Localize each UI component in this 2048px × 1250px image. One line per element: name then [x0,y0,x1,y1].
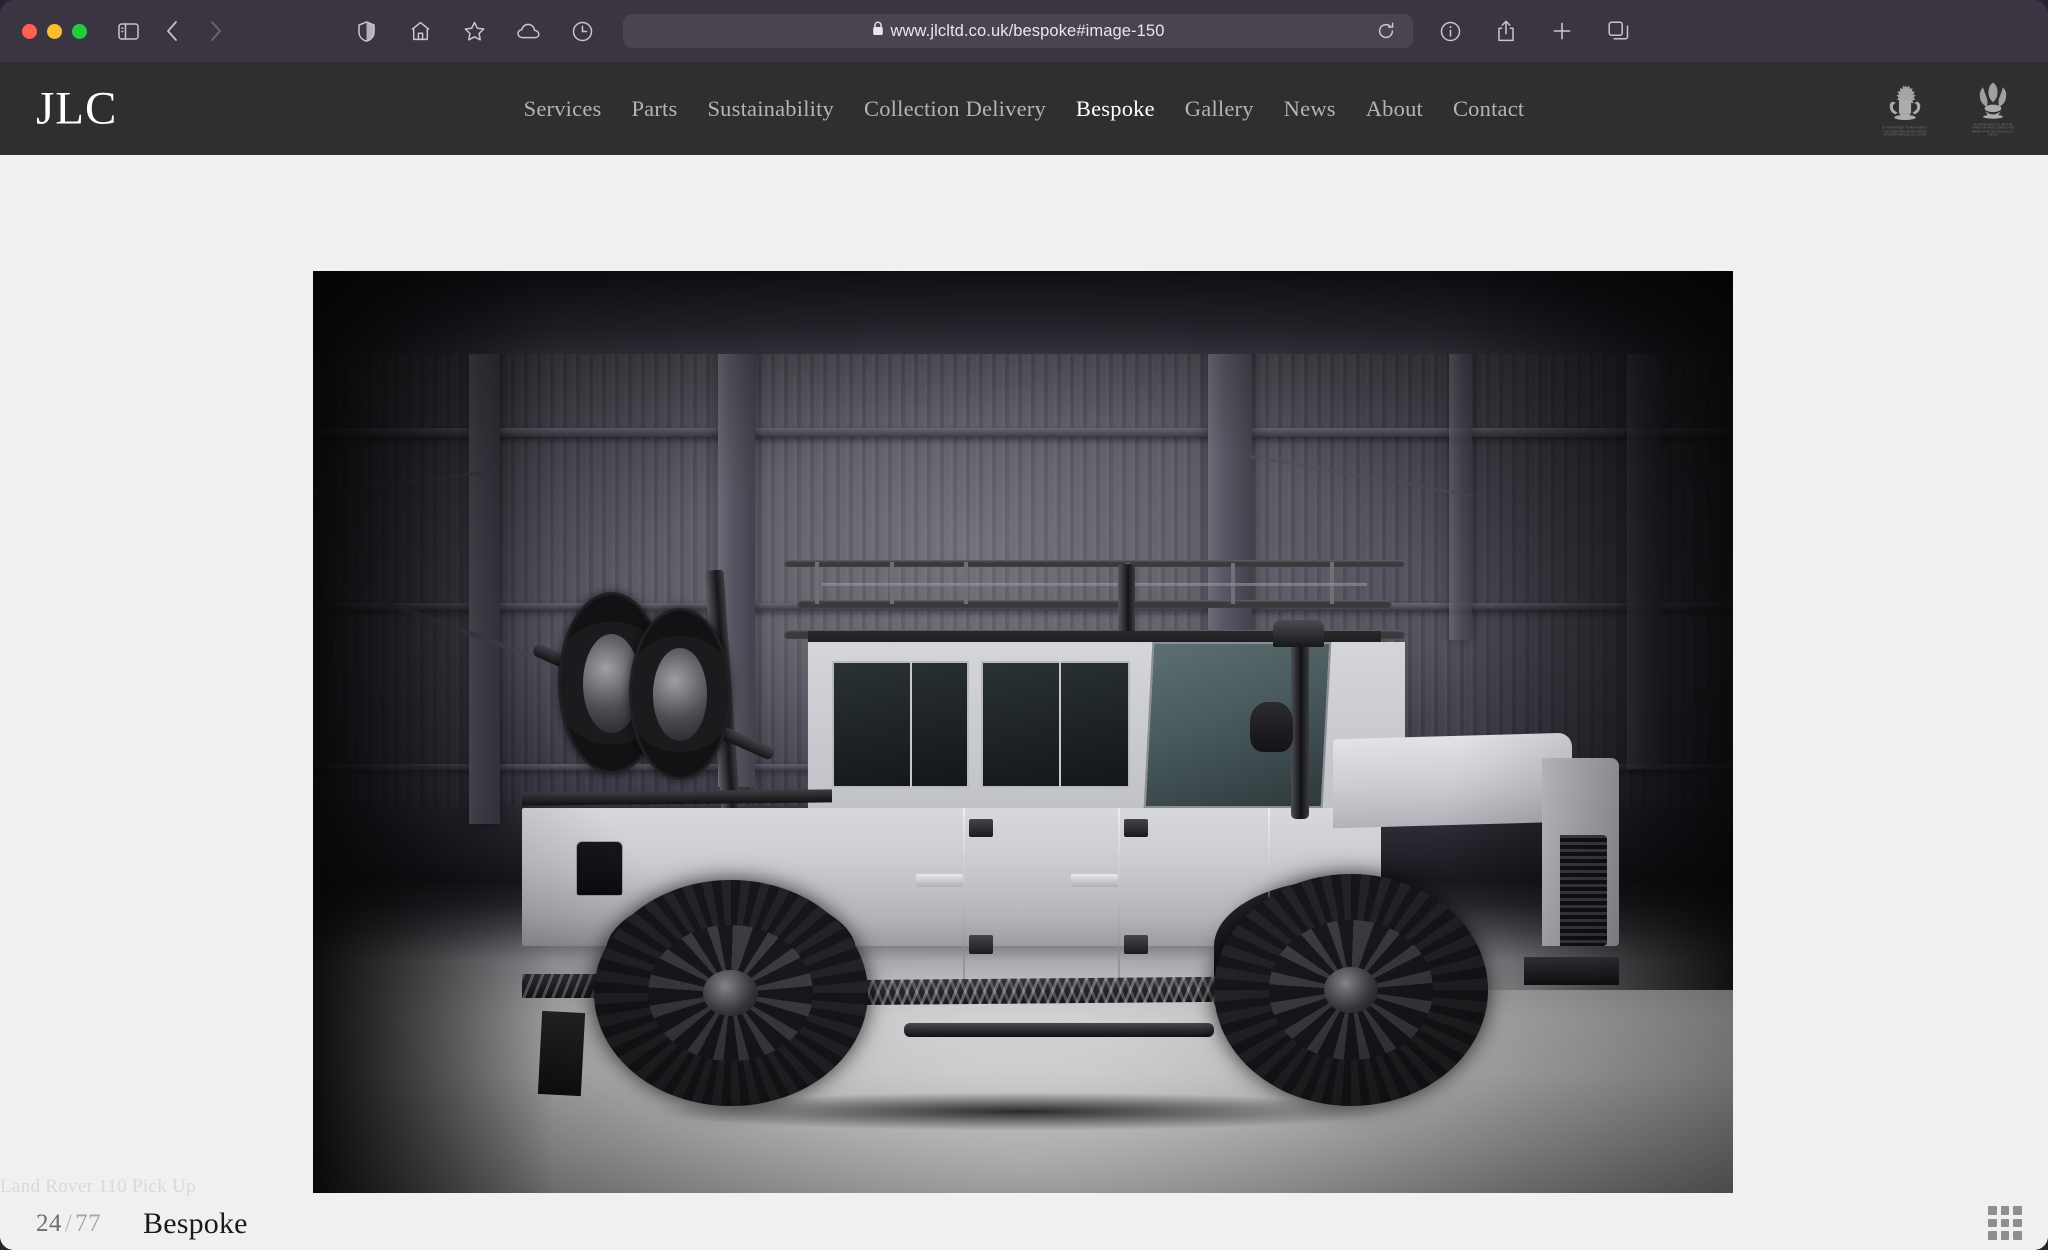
site-logo[interactable]: JLC [36,85,117,132]
window-divider [909,660,912,789]
zoom-window-button[interactable] [72,23,87,39]
spare-wheel [629,608,731,780]
door-hinge [1124,934,1149,954]
nav-item-services[interactable]: Services [524,96,602,122]
door-hinge [969,934,994,954]
window-controls[interactable] [22,23,87,39]
body-recess [575,840,624,897]
rear-side-window [832,660,970,789]
url-text: www.jlcltd.co.uk/bespoke#image-150 [890,21,1165,40]
front-wheel [1213,873,1489,1107]
total-count: 77 [75,1210,101,1237]
counter-separator: / [64,1210,73,1237]
site-header: JLC Services Parts Sustainability Collec… [0,62,2048,155]
back-icon[interactable] [157,16,187,46]
window-divider [1058,660,1061,789]
rear-wheel [593,879,868,1107]
door-handle [915,873,964,888]
navigation-controls [113,16,231,46]
nav-item-news[interactable]: News [1284,96,1336,122]
snorkel [1291,636,1310,819]
gallery-photo[interactable] [313,271,1733,1193]
nav-item-about[interactable]: About [1366,96,1423,122]
minimize-window-button[interactable] [47,23,62,39]
toolbar-right-icons [1435,16,1633,46]
browser-window: www.jlcltd.co.uk/bespoke#image-150 JLC S… [0,0,2048,1250]
nav-item-bespoke[interactable]: Bespoke [1076,96,1155,122]
wing-mirror [1249,702,1293,753]
reload-icon[interactable] [1371,16,1401,46]
forward-icon[interactable] [201,16,231,46]
info-icon[interactable] [1435,16,1465,46]
viewer-footer: 24/77 Bespoke [0,1198,2048,1250]
door-gap [1118,807,1121,985]
icloud-icon[interactable] [513,16,543,46]
crest-caption: BY APPOINTMENT TO HRH THE PRINCE OF WALE… [1971,122,2015,137]
bonnet [1333,732,1572,828]
door-handle [1070,873,1119,888]
front-bumper [1523,956,1620,985]
lock-icon [872,21,884,41]
address-bar[interactable]: www.jlcltd.co.uk/bespoke#image-150 [623,14,1413,48]
royal-warrant-prince-of-wales-crest: BY APPOINTMENT TO HRH THE PRINCE OF WALE… [1970,80,2016,137]
current-index: 24 [36,1210,62,1237]
nav-item-collection-delivery[interactable]: Collection Delivery [864,96,1046,122]
close-window-button[interactable] [22,23,37,39]
nav-item-parts[interactable]: Parts [631,96,677,122]
nav-item-contact[interactable]: Contact [1453,96,1524,122]
crest-caption: BY APPOINTMENT TO HER MAJESTY THE QUEEN … [1882,126,1928,137]
browser-toolbar: www.jlcltd.co.uk/bespoke#image-150 [0,0,2048,62]
utility-icons [351,16,597,46]
door-hinge [969,818,994,838]
bed-rail [521,789,833,806]
image-counter: 24/77 [36,1210,101,1238]
star-icon[interactable] [459,16,489,46]
main-navigation: Services Parts Sustainability Collection… [524,96,1525,122]
home-icon[interactable] [405,16,435,46]
sidebar-icon[interactable] [113,16,143,46]
royal-warrant-queen-crest: BY APPOINTMENT TO HER MAJESTY THE QUEEN … [1882,83,1928,137]
nav-item-sustainability[interactable]: Sustainability [707,96,834,122]
image-caption: Land Rover 110 Pick Up [0,1176,196,1197]
front-side-window [981,660,1131,789]
door-gap [963,807,966,985]
side-step [903,1023,1214,1037]
land-rover-defender [427,548,1620,1140]
image-viewer: Land Rover 110 Pick Up 24/77 Bespoke [0,155,2048,1250]
vehicle-shadow [498,1084,1548,1140]
shield-icon[interactable] [351,16,381,46]
tab-overview-icon[interactable] [1603,16,1633,46]
door-hinge [1124,818,1149,838]
section-label: Bespoke [142,1207,248,1240]
snorkel-head [1273,619,1324,648]
royal-warrants: BY APPOINTMENT TO HER MAJESTY THE QUEEN … [1882,80,2016,137]
front-grille [1559,835,1608,946]
nav-item-gallery[interactable]: Gallery [1185,96,1254,122]
page-content: JLC Services Parts Sustainability Collec… [0,62,2048,1250]
new-tab-icon[interactable] [1547,16,1577,46]
grid-view-icon[interactable] [1988,1206,2022,1240]
address-bar-content: www.jlcltd.co.uk/bespoke#image-150 [872,21,1165,41]
history-icon[interactable] [567,16,597,46]
share-icon[interactable] [1491,16,1521,46]
